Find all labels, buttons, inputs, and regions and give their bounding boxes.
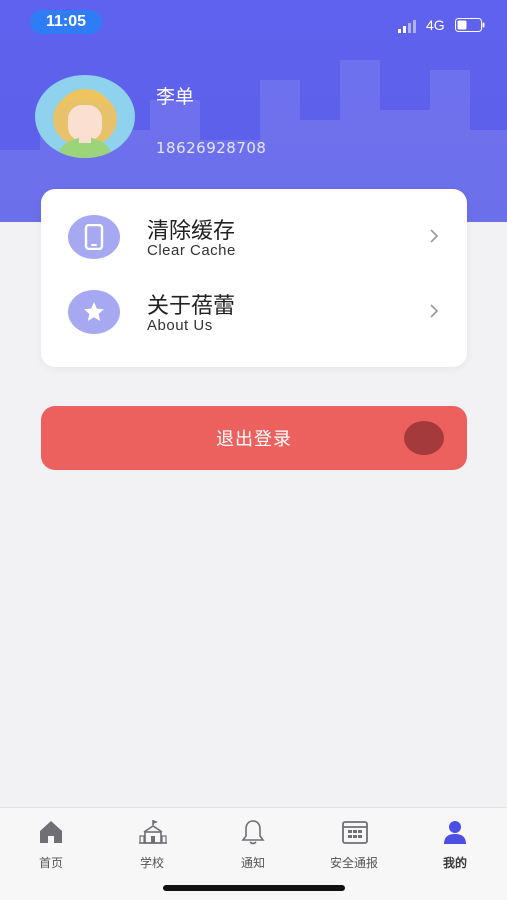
star-icon bbox=[84, 302, 104, 321]
tab-mine[interactable]: 我的 bbox=[405, 816, 505, 872]
user-phone: 18626928708 bbox=[156, 139, 267, 157]
calendar-icon bbox=[342, 821, 368, 844]
clear-cache-item[interactable]: 清除缓存 Clear Cache bbox=[41, 203, 467, 277]
tab-notice[interactable]: 通知 bbox=[203, 816, 303, 872]
avatar-illustration bbox=[53, 89, 117, 158]
chevron-right-icon bbox=[430, 229, 439, 243]
tab-safety-report[interactable]: 安全通报 bbox=[304, 816, 404, 872]
about-us-title: 关于蓓蕾 bbox=[147, 294, 236, 319]
school-icon bbox=[139, 820, 167, 844]
bell-icon bbox=[241, 820, 265, 845]
touch-indicator bbox=[404, 421, 444, 455]
logout-button[interactable]: 退出登录 bbox=[41, 406, 467, 470]
clear-cache-title: 清除缓存 bbox=[147, 219, 236, 244]
status-time: 11:05 bbox=[30, 10, 102, 34]
signal-icon bbox=[398, 20, 416, 33]
user-name: 李单 bbox=[156, 86, 195, 108]
home-indicator bbox=[163, 885, 345, 891]
tab-home[interactable]: 首页 bbox=[1, 816, 101, 872]
tab-school-label: 学校 bbox=[139, 856, 164, 870]
tab-home-label: 首页 bbox=[38, 856, 63, 870]
tab-safety-report-label: 安全通报 bbox=[329, 856, 378, 870]
avatar[interactable] bbox=[35, 75, 135, 158]
clear-cache-subtitle: Clear Cache bbox=[147, 242, 236, 259]
settings-card: 清除缓存 Clear Cache 关于蓓蕾 About Us bbox=[41, 189, 467, 367]
chevron-right-icon bbox=[430, 304, 439, 318]
tab-notice-label: 通知 bbox=[240, 856, 265, 870]
about-us-subtitle: About Us bbox=[147, 317, 213, 334]
about-us-item[interactable]: 关于蓓蕾 About Us bbox=[41, 278, 467, 352]
about-us-icon-bg bbox=[68, 290, 120, 334]
user-icon bbox=[444, 821, 466, 844]
home-icon bbox=[40, 821, 62, 843]
tab-mine-label: 我的 bbox=[442, 856, 467, 870]
phone-icon bbox=[84, 224, 104, 250]
status-bar: 11:05 4G bbox=[0, 0, 507, 44]
battery-icon bbox=[455, 18, 485, 32]
tab-school[interactable]: 学校 bbox=[102, 816, 202, 872]
clear-cache-icon-bg bbox=[68, 215, 120, 259]
network-type: 4G bbox=[426, 17, 445, 33]
